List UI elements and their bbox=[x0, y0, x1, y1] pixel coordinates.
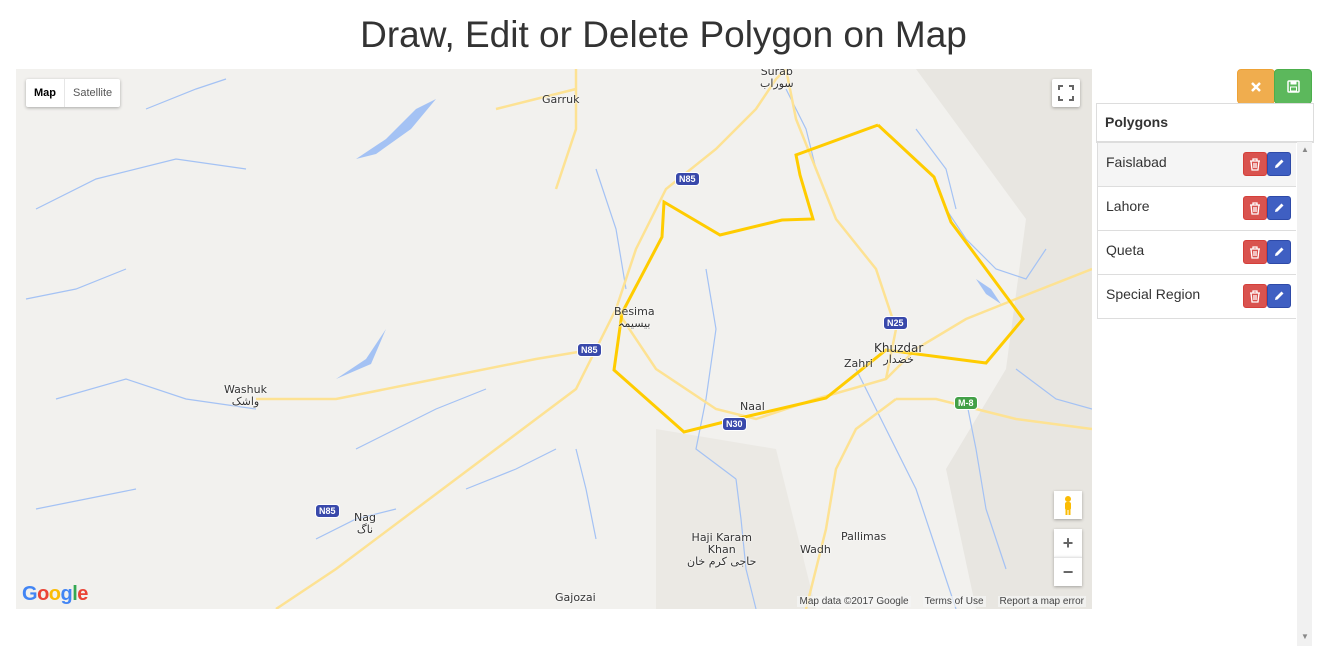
scroll-down-icon[interactable]: ▼ bbox=[1301, 632, 1309, 641]
lake bbox=[336, 329, 386, 379]
delete-polygon-button[interactable] bbox=[1243, 196, 1267, 220]
polygon-list-item[interactable]: Queta bbox=[1097, 231, 1296, 275]
road-shield: N85 bbox=[675, 172, 700, 186]
rivers bbox=[25, 78, 1092, 609]
pencil-icon bbox=[1275, 159, 1284, 168]
road-shield: N85 bbox=[315, 504, 340, 518]
delete-polygon-button[interactable] bbox=[1243, 284, 1267, 308]
close-icon bbox=[1251, 81, 1261, 92]
delete-polygon-button[interactable] bbox=[1243, 240, 1267, 264]
terms-of-use-link[interactable]: Terms of Use bbox=[922, 596, 986, 607]
road-shield: N85 bbox=[577, 343, 602, 357]
place-label: Garruk bbox=[542, 93, 580, 106]
polygon-list-item[interactable]: Faislabad bbox=[1097, 143, 1296, 187]
polygon-outline[interactable] bbox=[612, 123, 1025, 434]
polygon-name: Special Region bbox=[1106, 286, 1201, 302]
pegman-button[interactable] bbox=[1054, 491, 1082, 519]
map-background[interactable] bbox=[16, 69, 1092, 609]
edit-polygon-button[interactable] bbox=[1267, 152, 1291, 176]
floppy-disk-icon bbox=[1286, 80, 1300, 93]
edit-polygon-button[interactable] bbox=[1267, 240, 1291, 264]
pencil-icon bbox=[1275, 247, 1284, 256]
page-title: Draw, Edit or Delete Polygon on Map bbox=[360, 14, 967, 55]
polygons-panel-heading: Polygons bbox=[1097, 104, 1313, 142]
terrain-shading bbox=[916, 69, 1092, 609]
trash-icon bbox=[1250, 201, 1260, 215]
fullscreen-button[interactable] bbox=[1052, 79, 1080, 107]
place-label: Surab سوراب bbox=[760, 69, 794, 90]
trash-icon bbox=[1250, 245, 1260, 259]
polygon-name: Queta bbox=[1106, 242, 1145, 258]
road-shield: N25 bbox=[883, 316, 908, 330]
place-label: Besima بیسیمہ bbox=[614, 305, 655, 330]
terrain-shading bbox=[656, 429, 816, 609]
polygon-name: Faislabad bbox=[1106, 154, 1167, 170]
map-data-credit: Map data ©2017 Google bbox=[797, 596, 911, 607]
place-label: Wadh bbox=[800, 543, 831, 556]
fullscreen-icon bbox=[1058, 85, 1074, 101]
trash-icon bbox=[1250, 157, 1260, 171]
polygon-list-item[interactable]: Special Region bbox=[1097, 275, 1296, 319]
place-label: Washuk واشک bbox=[224, 383, 267, 408]
scroll-up-icon[interactable]: ▲ bbox=[1301, 145, 1309, 154]
map-type-map-button[interactable]: Map bbox=[26, 79, 65, 107]
edit-polygon-button[interactable] bbox=[1267, 196, 1291, 220]
place-label: Pallimas bbox=[841, 530, 887, 543]
pencil-icon bbox=[1275, 291, 1284, 300]
map-attribution: Map data ©2017 Google Terms of Use Repor… bbox=[797, 596, 1086, 607]
zoom-in-button[interactable]: + bbox=[1054, 529, 1082, 557]
place-label: Nag ناگ bbox=[354, 511, 376, 536]
map-canvas[interactable]: Map Satellite + − Google Map data ©2017 … bbox=[16, 69, 1092, 609]
place-label: Gajozai bbox=[555, 591, 596, 604]
place-label: Khuzdar خضدار bbox=[874, 341, 924, 366]
google-logo: Google bbox=[22, 583, 88, 605]
trash-icon bbox=[1250, 289, 1260, 303]
save-button[interactable] bbox=[1274, 69, 1312, 104]
place-label: Haji Karam Khan حاجی کرم خان bbox=[687, 531, 757, 568]
delete-polygon-button[interactable] bbox=[1243, 152, 1267, 176]
polygon-list: Faislabad Lahore Queta Special Region bbox=[1097, 143, 1296, 319]
polygon-name: Lahore bbox=[1106, 198, 1150, 214]
place-label: Zahri bbox=[844, 357, 873, 370]
lake bbox=[356, 99, 436, 159]
map-type-control: Map Satellite bbox=[26, 79, 121, 107]
polygon-list-item[interactable]: Lahore bbox=[1097, 187, 1296, 231]
pencil-icon bbox=[1275, 203, 1284, 212]
road-shield: N30 bbox=[722, 417, 747, 431]
road-shield: M-8 bbox=[954, 396, 978, 410]
report-map-error-link[interactable]: Report a map error bbox=[997, 596, 1086, 607]
edit-polygon-button[interactable] bbox=[1267, 284, 1291, 308]
zoom-out-button[interactable]: − bbox=[1054, 557, 1082, 586]
place-label: Naal bbox=[740, 400, 765, 413]
cancel-button[interactable] bbox=[1237, 69, 1275, 104]
pegman-icon bbox=[1065, 496, 1071, 515]
polygons-panel: Polygons bbox=[1096, 103, 1314, 143]
map-type-satellite-button[interactable]: Satellite bbox=[65, 79, 120, 107]
panel-scrollbar[interactable] bbox=[1297, 142, 1312, 646]
